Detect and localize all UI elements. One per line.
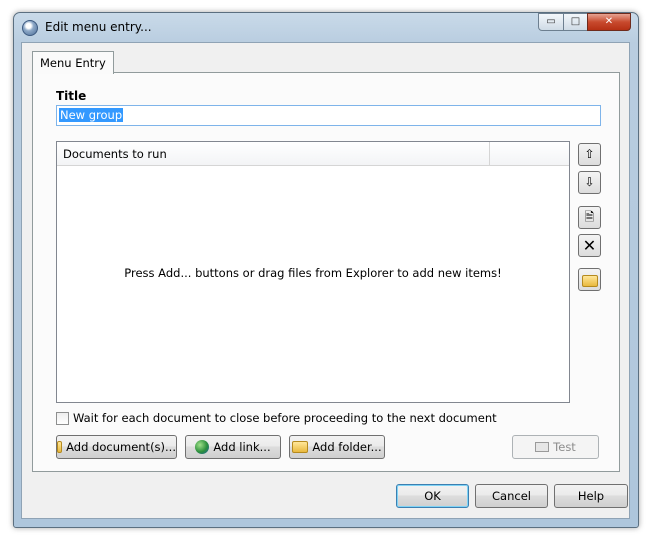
tab-panel: Title New group Documents to run Press A… [32, 72, 620, 472]
arrow-down-icon: ⇩ [584, 175, 595, 189]
documents-empty-message: Press Add... buttons or drag files from … [124, 266, 502, 280]
folder-add-icon [57, 441, 63, 453]
open-folder-button[interactable] [578, 268, 601, 291]
add-link-label: Add link... [213, 440, 271, 454]
documents-list[interactable]: Documents to run Press Add... buttons or… [56, 141, 570, 403]
dialog-client-area: Menu Entry Title New group Documents to … [21, 42, 630, 519]
minimize-button[interactable]: ▭ [538, 13, 564, 31]
help-button[interactable]: Help [554, 484, 628, 508]
close-button[interactable]: ✕ [587, 13, 631, 31]
add-link-button[interactable]: Add link... [185, 435, 281, 459]
add-folder-label: Add folder... [312, 440, 382, 454]
maximize-button[interactable]: □ [563, 13, 588, 31]
edit-button[interactable]: 🗎 [578, 206, 601, 229]
wait-checkbox[interactable] [56, 412, 69, 425]
column-header-documents[interactable]: Documents to run [57, 142, 490, 165]
remove-button[interactable]: ✕ [578, 234, 601, 257]
globe-icon [195, 440, 210, 454]
title-bar[interactable]: Edit menu entry... ▭ □ ✕ [14, 13, 638, 43]
arrow-up-icon: ⇧ [584, 147, 595, 161]
tab-menu-entry[interactable]: Menu Entry [32, 51, 114, 74]
column-header-empty[interactable] [490, 142, 569, 165]
test-label: Test [553, 440, 576, 454]
title-field-label: Title [56, 89, 87, 103]
folder-icon [292, 441, 309, 453]
wait-checkbox-label: Wait for each document to close before p… [73, 411, 497, 425]
app-icon [22, 20, 38, 36]
move-up-button[interactable]: ⇧ [578, 143, 601, 166]
delete-x-icon: ✕ [582, 236, 597, 255]
add-documents-label: Add document(s)... [66, 440, 176, 454]
add-documents-button[interactable]: Add document(s)... [56, 435, 177, 459]
dialog-window: Edit menu entry... ▭ □ ✕ Menu Entry Titl… [13, 12, 639, 528]
move-down-button[interactable]: ⇩ [578, 171, 601, 194]
add-folder-button[interactable]: Add folder... [289, 435, 385, 459]
window-title: Edit menu entry... [45, 20, 152, 34]
title-input-value: New group [59, 108, 124, 122]
test-button[interactable]: Test [512, 435, 599, 459]
cancel-button[interactable]: Cancel [475, 484, 548, 508]
ok-button[interactable]: OK [396, 484, 469, 508]
title-input[interactable]: New group [56, 105, 601, 126]
test-icon [535, 442, 550, 452]
folder-icon [581, 275, 598, 287]
document-check-icon: 🗎 [584, 210, 595, 224]
documents-list-header: Documents to run [57, 142, 569, 166]
